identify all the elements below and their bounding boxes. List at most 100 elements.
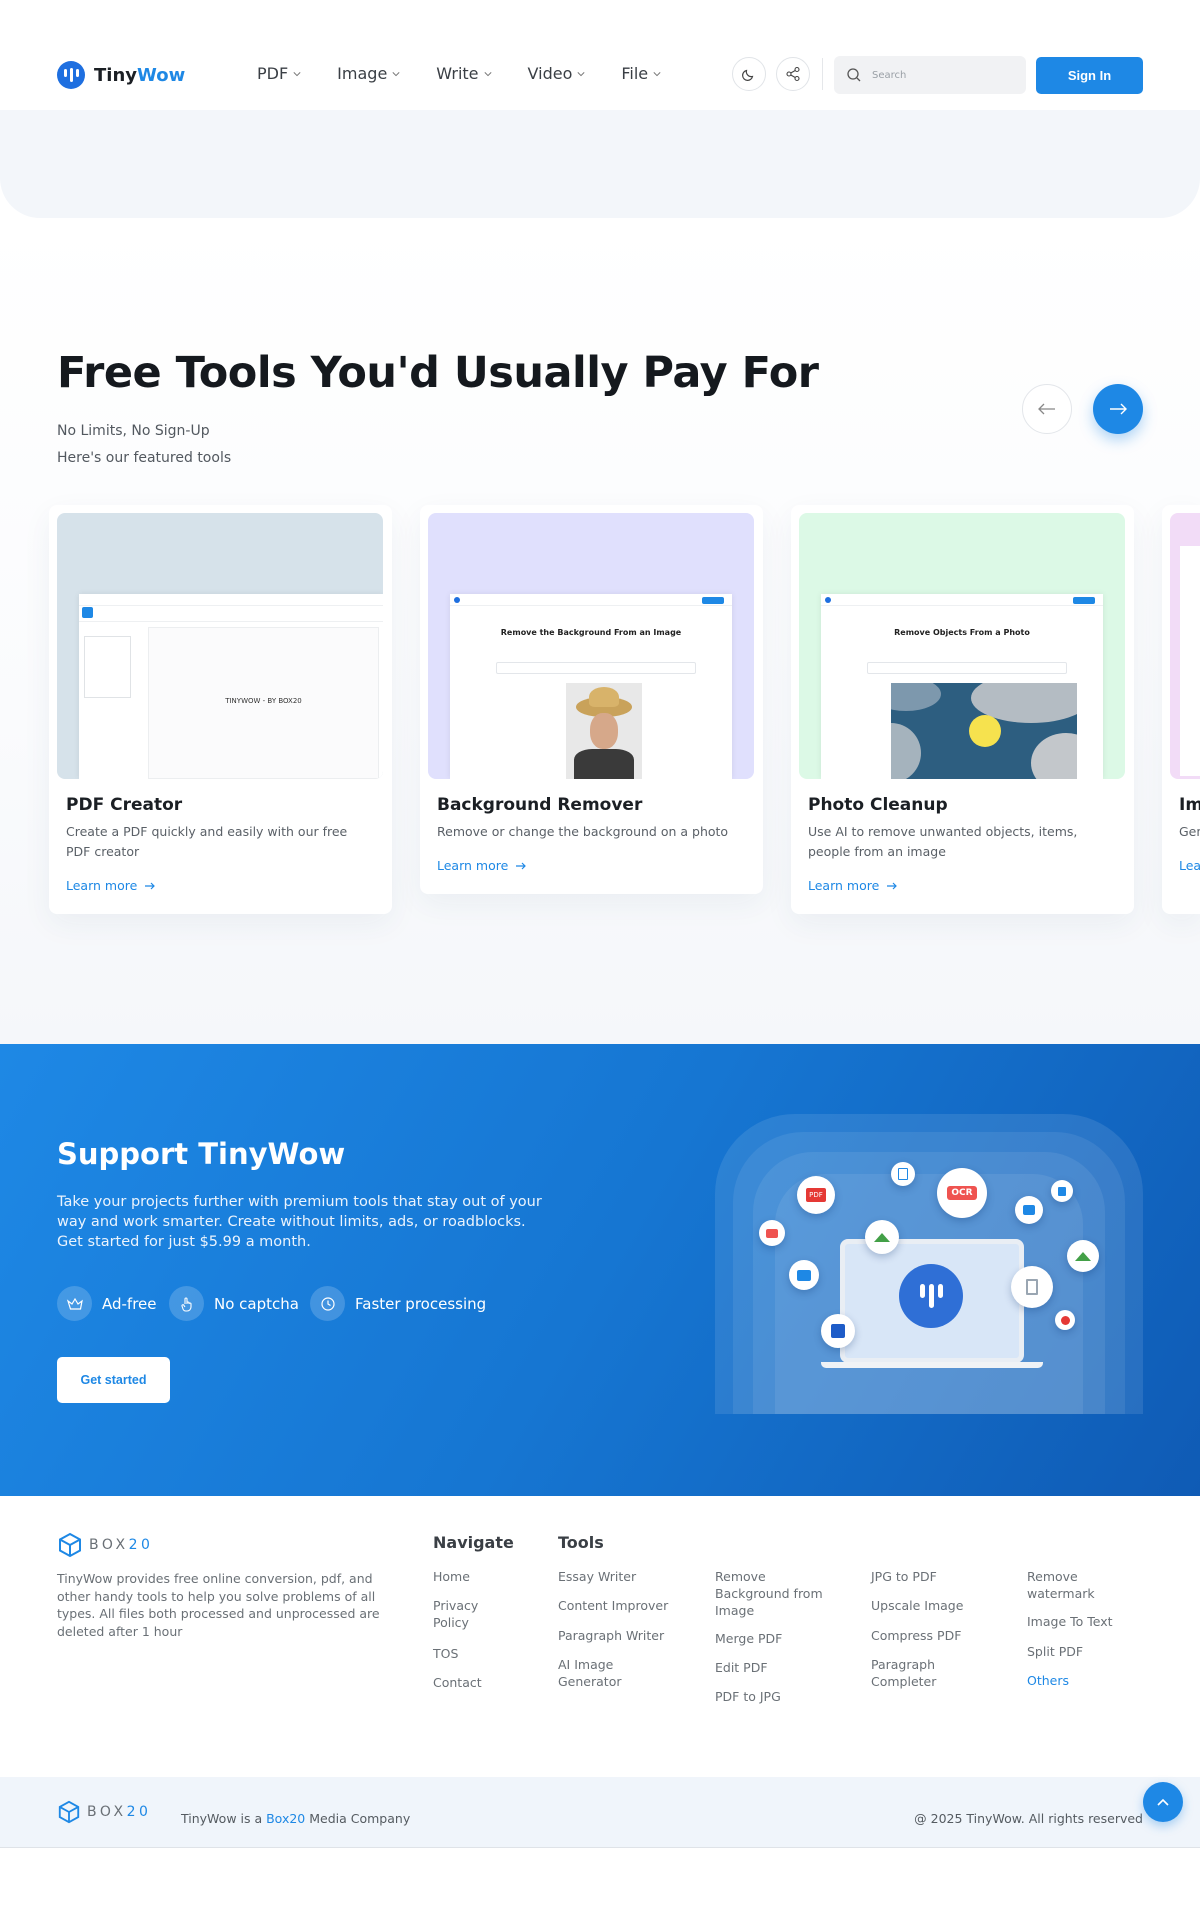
featured-subtitle-2: Here's our featured tools: [57, 450, 232, 466]
bg-remover-preview-title: Remove the Background From an Image: [500, 628, 682, 637]
footer-box20-logo[interactable]: BOX20: [57, 1532, 153, 1558]
footer-link-merge-pdf[interactable]: Merge PDF: [715, 1630, 845, 1647]
ocr-label: OCR: [947, 1186, 977, 1200]
clock-icon: [310, 1286, 345, 1321]
footer-link-paragraph-completer[interactable]: Paragraph Completer: [871, 1656, 951, 1690]
image-icon: [1067, 1240, 1099, 1272]
footer-link-jpg-to-pdf[interactable]: JPG to PDF: [871, 1568, 1001, 1585]
tool-card-photo-cleanup[interactable]: Remove Objects From a Photo Photo Cleanu…: [791, 505, 1134, 914]
nav-label: Write: [436, 64, 479, 83]
feature-label: Faster processing: [355, 1294, 487, 1313]
learn-more-label: Learn more: [66, 878, 138, 893]
brand-word: BOX: [87, 1804, 127, 1820]
support-title: Support TinyWow: [57, 1137, 346, 1171]
image-icon: [865, 1220, 899, 1254]
image-gallery-icon: [759, 1220, 785, 1246]
brand-word: BOX: [89, 1537, 129, 1553]
record-icon: [1055, 1310, 1075, 1330]
logo[interactable]: TinyWow: [57, 61, 185, 89]
footer-link-home[interactable]: Home: [433, 1568, 563, 1585]
sign-in-button[interactable]: Sign In: [1036, 57, 1143, 94]
crown-icon: [57, 1286, 92, 1321]
share-button[interactable]: [776, 57, 810, 91]
card-title: PDF Creator: [66, 795, 183, 815]
card-description: Remove or change the background on a pho…: [437, 824, 729, 839]
company-prefix: TinyWow is a: [181, 1811, 267, 1826]
footer-link-split-pdf[interactable]: Split PDF: [1027, 1643, 1157, 1660]
feature-ad-free: Ad-free: [57, 1286, 157, 1321]
footer-link-pdf-to-jpg[interactable]: PDF to JPG: [715, 1688, 845, 1705]
footer-link-others[interactable]: Others: [1027, 1672, 1157, 1689]
video-file-icon: [1015, 1196, 1043, 1224]
tinywow-logo-icon: [899, 1264, 963, 1328]
carousel-next-button[interactable]: [1093, 384, 1143, 434]
moon-icon: [742, 69, 754, 81]
card-preview-image: TINYWOW - BY BOX20: [57, 513, 383, 779]
chevron-down-icon: [392, 71, 400, 76]
arrow-right-icon: [516, 862, 527, 869]
card-description: Create a PDF quickly and easily with our…: [66, 824, 348, 859]
footer-link-contact[interactable]: Contact: [433, 1674, 563, 1691]
nav-write[interactable]: Write: [436, 64, 492, 83]
learn-more-link[interactable]: Learn more: [808, 878, 898, 893]
pdf-preview-text: TINYWOW - BY BOX20: [225, 697, 302, 705]
nav-file[interactable]: File: [621, 64, 661, 83]
footer-link-content-improver[interactable]: Content Improver: [558, 1597, 688, 1614]
nav-video[interactable]: Video: [528, 64, 586, 83]
document-icon: [891, 1162, 915, 1186]
dark-mode-toggle[interactable]: [732, 57, 766, 91]
nav-label: File: [621, 64, 649, 83]
footer-link-privacy[interactable]: Privacy Policy: [433, 1597, 493, 1631]
nav-label: Image: [337, 64, 388, 83]
search-box[interactable]: [834, 56, 1026, 94]
support-illustration: PDF OCR: [715, 1114, 1143, 1414]
nav-image[interactable]: Image: [337, 64, 400, 83]
footer-link-compress-pdf[interactable]: Compress PDF: [871, 1627, 1001, 1644]
footer-link-ai-image-generator[interactable]: AI Image Generator: [558, 1656, 638, 1690]
feature-label: Ad-free: [102, 1294, 157, 1313]
card-preview-image: [1170, 513, 1200, 779]
tool-card-background-remover[interactable]: Remove the Background From an Image Back…: [420, 505, 763, 894]
carousel-prev-button[interactable]: [1022, 384, 1072, 434]
footer-link-tos[interactable]: TOS: [433, 1645, 563, 1662]
support-text: Take your projects further with premium …: [57, 1194, 542, 1250]
tool-card-partial[interactable]: Im Gen Lea: [1162, 505, 1200, 914]
nav-pdf[interactable]: PDF: [257, 64, 301, 83]
get-started-button[interactable]: Get started: [57, 1357, 170, 1403]
footer-link-paragraph-writer[interactable]: Paragraph Writer: [558, 1627, 688, 1644]
card-description: Use AI to remove unwanted objects, items…: [808, 824, 1078, 859]
scroll-to-top-button[interactable]: [1143, 1782, 1183, 1822]
copyright-text: @ 2025 TinyWow. All rights reserved: [914, 1811, 1143, 1826]
laptop-base: [821, 1362, 1043, 1368]
arrow-right-icon: [1110, 403, 1127, 415]
bottom-box20-logo[interactable]: BOX20: [57, 1800, 151, 1824]
footer-link-remove-watermark[interactable]: Remove watermark: [1027, 1568, 1107, 1602]
brand-number: 20: [126, 1804, 152, 1820]
footer-link-upscale-image[interactable]: Upscale Image: [871, 1597, 1001, 1614]
footer-link-image-to-text[interactable]: Image To Text: [1027, 1613, 1157, 1630]
pdf-editor-mockup: TINYWOW - BY BOX20: [79, 594, 383, 779]
chevron-down-icon: [577, 71, 585, 76]
card-preview-image: Remove the Background From an Image: [428, 513, 754, 779]
tool-card-pdf-creator[interactable]: TINYWOW - BY BOX20 PDF Creator Create a …: [49, 505, 392, 914]
footer-link-essay-writer[interactable]: Essay Writer: [558, 1568, 688, 1585]
footer-link-remove-background[interactable]: Remove Background from Image: [715, 1568, 835, 1619]
logo-icon: [57, 61, 85, 89]
learn-more-link[interactable]: Learn more: [437, 858, 527, 873]
text-file-icon: [1011, 1266, 1053, 1308]
feature-faster-processing: Faster processing: [310, 1286, 486, 1321]
learn-more-link[interactable]: Lea: [1179, 858, 1200, 873]
card-description: Gen: [1179, 824, 1200, 839]
footer-link-edit-pdf[interactable]: Edit PDF: [715, 1659, 845, 1676]
box20-link[interactable]: Box20: [266, 1811, 305, 1826]
hand-pointer-icon: [169, 1286, 204, 1321]
nav-label: PDF: [257, 64, 289, 83]
feature-label: No captcha: [214, 1294, 299, 1313]
card-title: Photo Cleanup: [808, 795, 948, 815]
footer-description: TinyWow provides free online conversion,…: [57, 1571, 380, 1639]
bg-remover-mockup: Remove the Background From an Image: [450, 594, 732, 779]
company-suffix: Media Company: [305, 1811, 411, 1826]
logo-text-suffix: Wow: [137, 64, 186, 86]
search-input[interactable]: [872, 69, 1012, 81]
learn-more-link[interactable]: Learn more: [66, 878, 156, 893]
